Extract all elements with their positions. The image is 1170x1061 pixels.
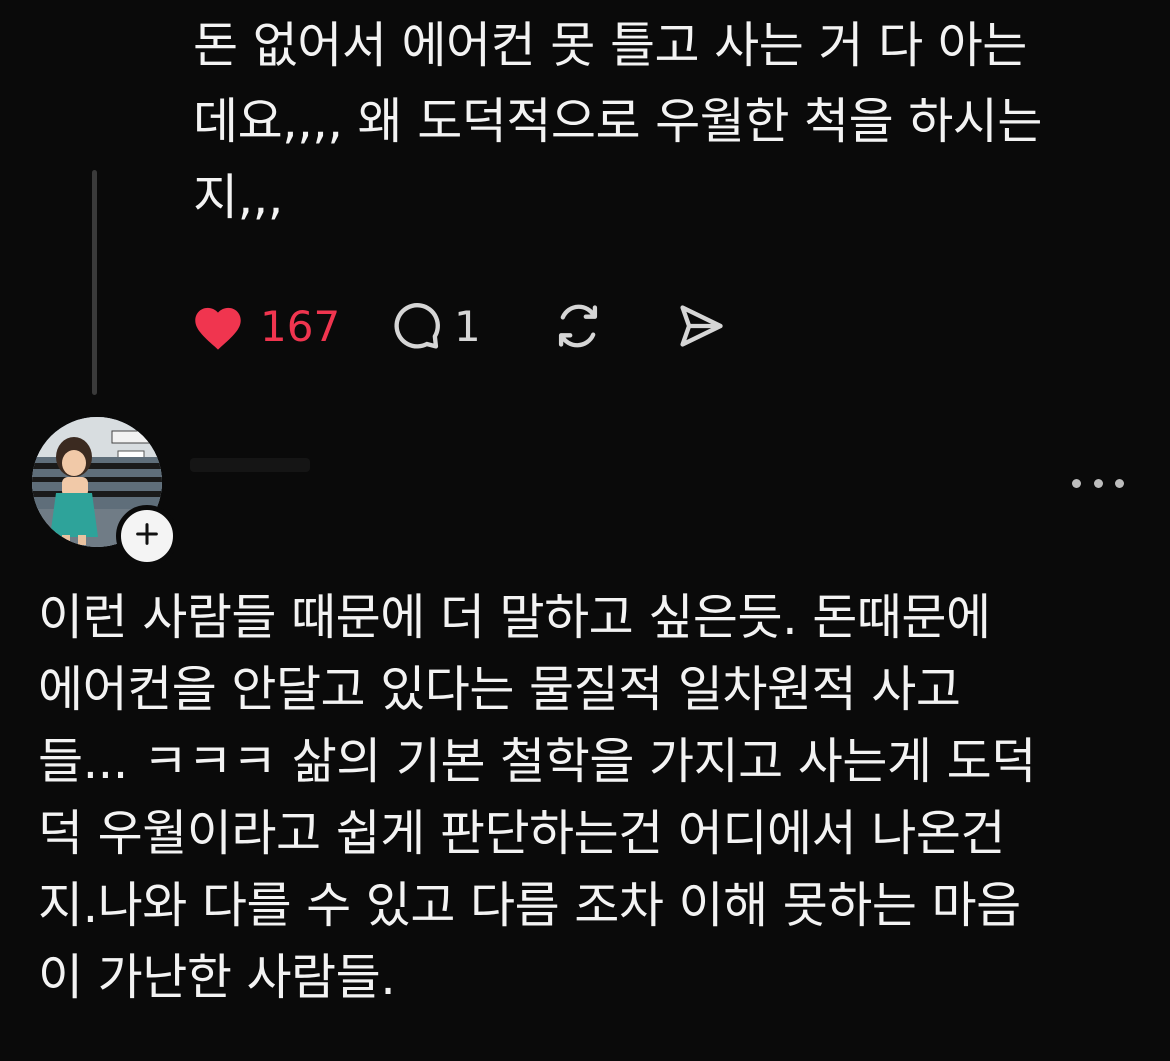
plus-icon <box>133 520 161 552</box>
comment-bubble-icon <box>390 300 442 352</box>
more-dots-icon <box>1072 478 1081 488</box>
reply-author-avatar-container[interactable] <box>32 417 178 567</box>
parent-post-text: 돈 없어서 에어컨 못 틀고 사는 거 다 아는 데요,,,, 왜 도덕적으로 … <box>193 17 1042 226</box>
more-options-button[interactable] <box>1072 472 1124 494</box>
repost-button[interactable] <box>552 300 674 352</box>
send-icon <box>674 300 728 352</box>
like-count: 167 <box>260 301 341 351</box>
post-action-bar: 167 1 <box>190 296 728 356</box>
share-button[interactable] <box>674 300 728 352</box>
reply-button[interactable]: 1 <box>390 300 552 352</box>
redacted-username <box>190 458 310 472</box>
thread-connector-line <box>92 170 97 395</box>
like-button[interactable]: 167 <box>190 301 390 351</box>
reply-post-text: 이런 사람들 때문에 더 말하고 싶은듯. 돈때문에 에어컨을 안달고 있다는 … <box>38 589 1036 1006</box>
follow-button[interactable] <box>116 505 178 567</box>
heart-icon <box>190 301 246 351</box>
repost-icon <box>552 300 604 352</box>
reply-count: 1 <box>454 301 481 351</box>
